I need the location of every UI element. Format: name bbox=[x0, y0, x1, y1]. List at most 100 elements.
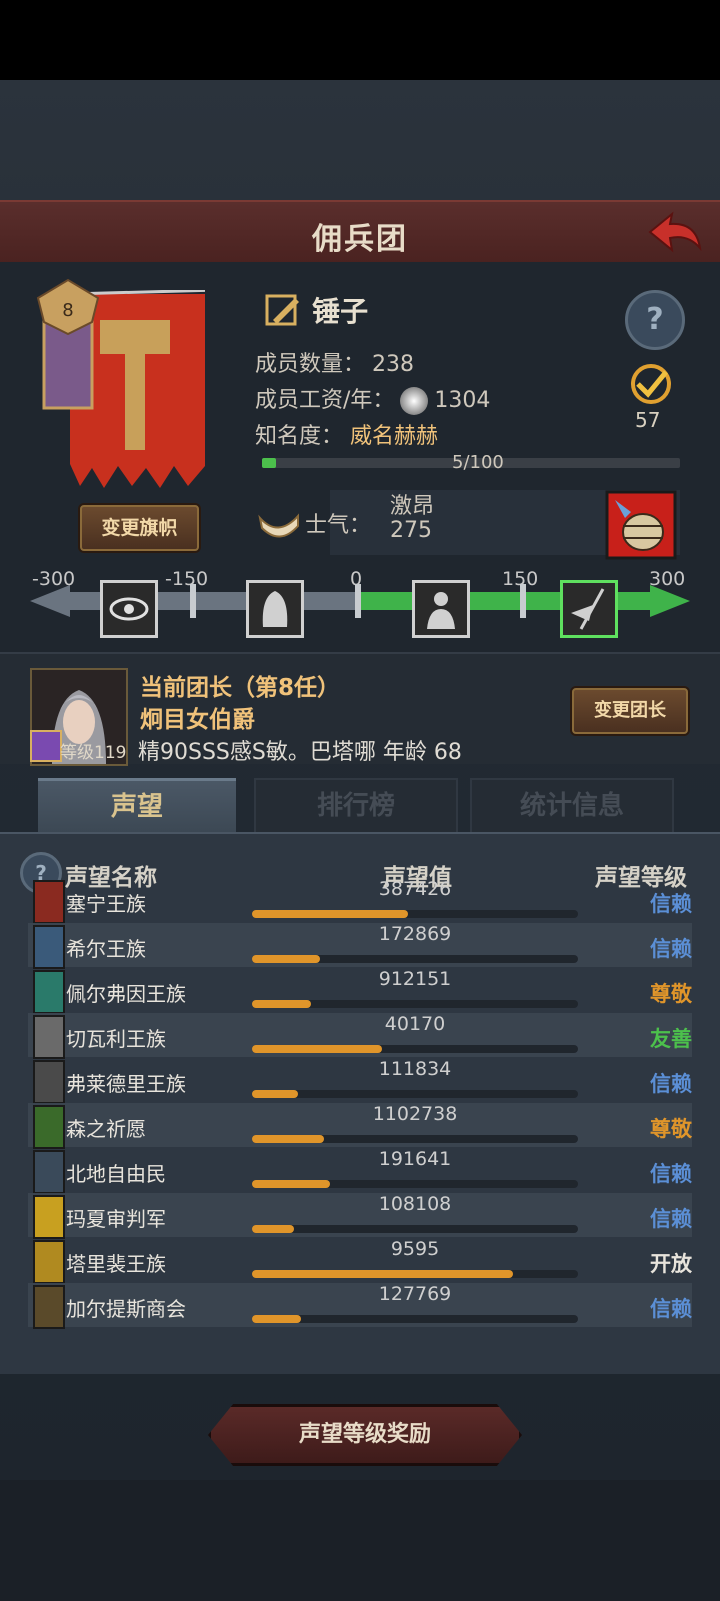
tab-reputation[interactable]: 声望 bbox=[38, 778, 236, 833]
reputation-level: 开放 bbox=[650, 1252, 692, 1276]
svg-text:8: 8 bbox=[62, 300, 73, 321]
reputation-bar-fill bbox=[252, 1180, 330, 1188]
level-star-icon bbox=[30, 730, 62, 762]
leader-level: 等级119 bbox=[60, 743, 127, 763]
table-row[interactable]: 玛夏审判军 108108 信赖 bbox=[28, 1193, 692, 1239]
reputation-bar-fill bbox=[252, 1315, 301, 1323]
table-row[interactable]: 切瓦利王族 40170 友善 bbox=[28, 1013, 692, 1059]
scale-tick bbox=[355, 584, 361, 618]
faction-crest-icon bbox=[33, 1240, 65, 1284]
guild-name: 锤子 bbox=[312, 295, 369, 328]
page-title: 佣兵团 bbox=[312, 222, 408, 257]
target-check-icon[interactable] bbox=[620, 362, 682, 412]
faction-crest-icon bbox=[33, 1195, 65, 1239]
fame-progress-text: 5/100 bbox=[452, 452, 504, 473]
reputation-value: 387426 bbox=[378, 878, 452, 900]
tab-leaderboard[interactable]: 排行榜 bbox=[254, 778, 458, 834]
scale-label-min: -300 bbox=[32, 568, 76, 590]
faction-name: 塞宁王族 bbox=[66, 892, 146, 916]
morale-label: 士气： bbox=[305, 513, 372, 538]
scale-tick bbox=[520, 584, 526, 618]
fame-row: 知名度： 威名赫赫 bbox=[255, 418, 438, 450]
reputation-bar-fill bbox=[252, 1270, 513, 1278]
reputation-level: 信赖 bbox=[650, 892, 692, 916]
edit-pen-icon[interactable] bbox=[265, 292, 301, 328]
reputation-value: 111834 bbox=[378, 1058, 452, 1080]
change-banner-button[interactable]: 变更旗帜 bbox=[80, 505, 199, 551]
tab-statistics[interactable]: 统计信息 bbox=[470, 778, 674, 834]
table-row[interactable]: 佩尔弗因王族 912151 尊敬 bbox=[28, 968, 692, 1014]
faction-crest-icon bbox=[33, 970, 65, 1014]
table-row[interactable]: 希尔王族 172869 信赖 bbox=[28, 923, 692, 969]
faction-name: 希尔王族 bbox=[66, 937, 146, 961]
reputation-level: 信赖 bbox=[650, 1072, 692, 1096]
reputation-value: 191641 bbox=[378, 1148, 452, 1170]
back-arrow-icon[interactable] bbox=[646, 208, 704, 256]
morale-state: 激昂 bbox=[390, 494, 435, 519]
reputation-reward-button[interactable]: 声望等级奖励 bbox=[208, 1404, 522, 1466]
guild-rank-badge: 8 bbox=[36, 278, 100, 410]
member-count-value: 238 bbox=[372, 352, 415, 377]
hooded-figure-icon[interactable] bbox=[246, 580, 304, 638]
help-icon[interactable]: ? bbox=[625, 290, 685, 350]
reputation-bar-fill bbox=[252, 1000, 311, 1008]
faction-crest-icon bbox=[33, 1105, 65, 1149]
fame-value: 威名赫赫 bbox=[350, 424, 439, 449]
reputation-bar-fill bbox=[252, 1090, 298, 1098]
reputation-value: 172869 bbox=[378, 923, 452, 945]
member-count-row: 成员数量： 238 bbox=[255, 346, 414, 378]
faction-name: 北地自由民 bbox=[66, 1162, 166, 1186]
scale-label-max: 300 bbox=[649, 568, 686, 590]
horn-icon bbox=[258, 513, 299, 538]
background-bottom bbox=[0, 1480, 720, 1601]
faction-crest-icon bbox=[33, 1150, 65, 1194]
wage-row: 成员工资/年： 1304 bbox=[255, 382, 490, 415]
leader-name: 炯目女伯爵 bbox=[140, 707, 255, 733]
reputation-value: 108108 bbox=[378, 1193, 452, 1215]
table-row[interactable]: 北地自由民 191641 信赖 bbox=[28, 1148, 692, 1194]
faction-name: 佩尔弗因王族 bbox=[66, 982, 186, 1006]
table-row[interactable]: 森之祈愿 1102738 尊敬 bbox=[28, 1103, 692, 1149]
silver-coin-icon bbox=[400, 387, 429, 415]
faction-name: 弗莱德里王族 bbox=[66, 1072, 186, 1096]
barrel-icon[interactable] bbox=[605, 490, 677, 560]
faction-crest-icon bbox=[33, 880, 65, 924]
wage-value: 1304 bbox=[434, 388, 491, 413]
reputation-bar-track bbox=[252, 1090, 578, 1098]
reputation-level: 信赖 bbox=[650, 1162, 692, 1186]
reputation-bar-fill bbox=[252, 955, 320, 963]
leader-title: 当前团长（第8任） bbox=[140, 675, 341, 701]
reputation-value: 9595 bbox=[390, 1238, 440, 1260]
morale-value: 275 bbox=[390, 518, 432, 543]
member-count-label: 成员数量： bbox=[255, 352, 366, 377]
reputation-value: 40170 bbox=[384, 1013, 446, 1035]
table-row[interactable]: 弗莱德里王族 111834 信赖 bbox=[28, 1058, 692, 1104]
faction-crest-icon bbox=[33, 1015, 65, 1059]
fame-progress-fill bbox=[262, 458, 276, 468]
reputation-level: 信赖 bbox=[650, 1297, 692, 1321]
faction-name: 森之祈愿 bbox=[66, 1117, 146, 1141]
reputation-level: 信赖 bbox=[650, 1207, 692, 1231]
scale-label-low: -150 bbox=[165, 568, 209, 590]
guild-name-row: 锤子 bbox=[265, 290, 368, 330]
faction-crest-icon bbox=[33, 1060, 65, 1104]
reputation-value: 127769 bbox=[378, 1283, 452, 1305]
reputation-bar-fill bbox=[252, 1135, 324, 1143]
reputation-level: 尊敬 bbox=[650, 1117, 692, 1141]
table-row[interactable]: 塔里裴王族 9595 开放 bbox=[28, 1238, 692, 1284]
faction-crest-icon bbox=[33, 925, 65, 969]
scale-tick bbox=[190, 584, 196, 618]
reputation-value: 1102738 bbox=[372, 1103, 458, 1125]
soldier-icon[interactable] bbox=[412, 580, 470, 638]
flag-bearer-icon[interactable] bbox=[560, 580, 618, 638]
table-row[interactable]: 加尔提斯商会 127769 信赖 bbox=[28, 1283, 692, 1329]
eye-icon[interactable] bbox=[100, 580, 158, 638]
reputation-bar-fill bbox=[252, 910, 408, 918]
faction-name: 玛夏审判军 bbox=[66, 1207, 166, 1231]
table-row[interactable]: 塞宁王族 387426 信赖 bbox=[28, 878, 692, 924]
faction-crest-icon bbox=[33, 1285, 65, 1329]
leader-info: 精90SSS感S敏。巴塔哪 年龄 68 bbox=[138, 740, 462, 765]
faction-name: 切瓦利王族 bbox=[66, 1027, 166, 1051]
wage-label: 成员工资/年： bbox=[255, 388, 395, 413]
change-leader-button[interactable]: 变更团长 bbox=[572, 688, 688, 734]
